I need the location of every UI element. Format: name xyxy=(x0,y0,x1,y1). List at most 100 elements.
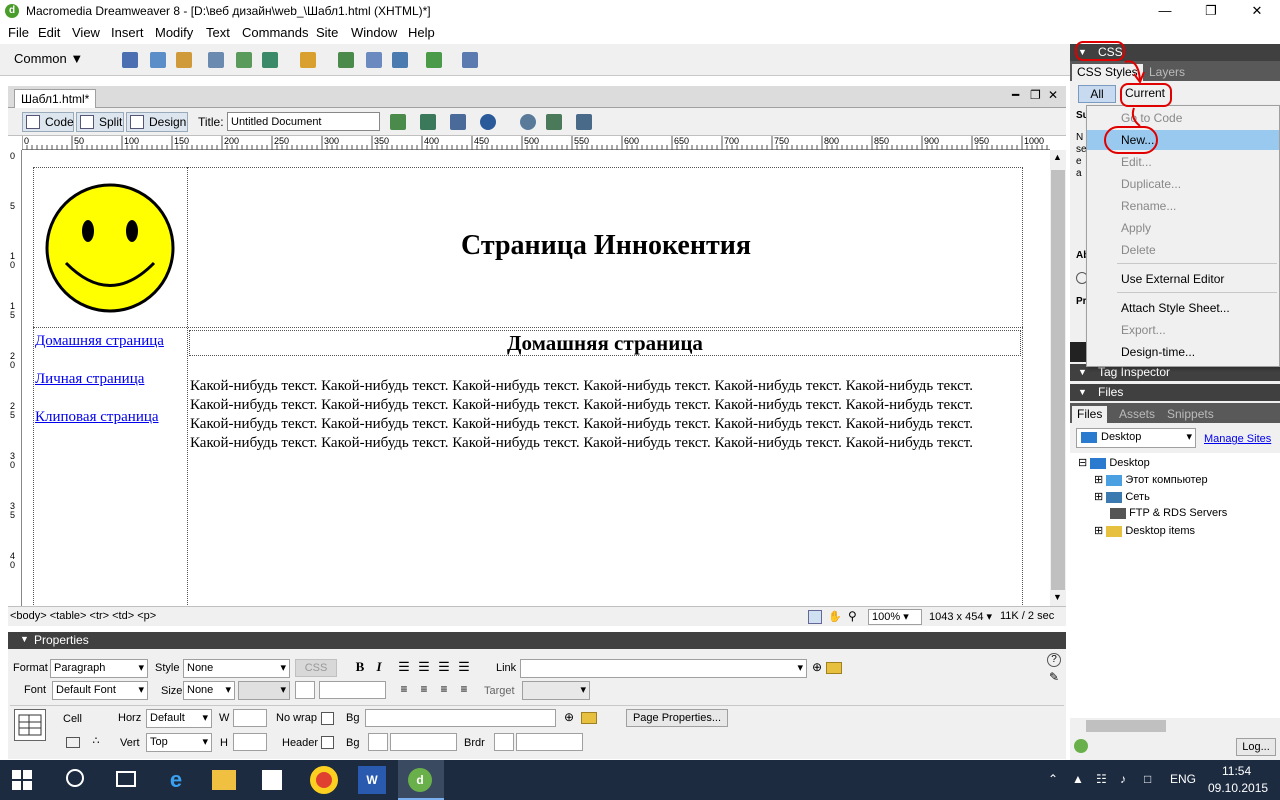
minimize-button[interactable]: — xyxy=(1142,0,1188,22)
hand-tool-icon[interactable]: ✋ xyxy=(828,610,842,623)
align-center-icon[interactable]: ☰ xyxy=(416,659,432,677)
windows-start-icon[interactable] xyxy=(12,770,32,790)
align-left-icon[interactable]: ☰ xyxy=(396,659,412,677)
properties-header[interactable]: ▼ Properties xyxy=(8,632,1066,649)
date-icon[interactable] xyxy=(338,52,354,68)
page-properties-button[interactable]: Page Properties... xyxy=(626,709,728,727)
tag-chooser-icon[interactable] xyxy=(462,52,478,68)
italic-button[interactable]: I xyxy=(372,659,386,677)
scroll-up-icon[interactable]: ▲ xyxy=(1053,152,1062,162)
bg-point-to-file-icon[interactable]: ⊕ xyxy=(562,709,576,727)
design-view[interactable]: Страница Иннокентия Домашняя страница До… xyxy=(22,150,1050,606)
bold-button[interactable]: B xyxy=(353,659,367,677)
tree-item-desktop-items[interactable]: ⊞ Desktop items xyxy=(1094,524,1195,537)
tag-selector[interactable]: <body> <table> <tr> <td> <p> xyxy=(10,610,156,622)
zoom-select[interactable]: 100% ▾ xyxy=(868,609,922,625)
tab-files[interactable]: Files xyxy=(1072,406,1108,423)
design-vertical-scrollbar[interactable]: ▲ ▼ xyxy=(1050,150,1066,606)
menu-item-apply[interactable]: Apply xyxy=(1087,218,1279,238)
design-view-button[interactable]: Design xyxy=(126,112,188,132)
document-title-input[interactable] xyxy=(227,112,380,131)
point-to-file-icon[interactable]: ⊕ xyxy=(810,659,824,677)
bg-color-picker[interactable] xyxy=(368,733,388,751)
layer-icon[interactable] xyxy=(236,52,252,68)
split-cell-icon[interactable]: ∴ xyxy=(88,733,104,751)
menu-view[interactable]: View xyxy=(72,25,100,40)
header-checkbox[interactable] xyxy=(321,736,334,749)
maximize-button[interactable]: ❐ xyxy=(1188,0,1234,22)
tree-item-desktop[interactable]: ⊟ Desktop xyxy=(1078,456,1150,469)
files-panel-header[interactable]: Files xyxy=(1070,384,1280,401)
menu-item-export[interactable]: Export... xyxy=(1087,320,1279,340)
unordered-list-icon[interactable]: ≡ xyxy=(396,681,412,699)
format-select[interactable]: Paragraph xyxy=(50,659,148,678)
email-link-icon[interactable] xyxy=(150,52,166,68)
scroll-thumb[interactable] xyxy=(1051,170,1065,590)
smiley-image[interactable] xyxy=(44,183,176,313)
edge-browser-icon[interactable]: e xyxy=(162,766,190,794)
font-select[interactable]: Default Font xyxy=(52,681,148,700)
quick-tag-editor-icon[interactable]: ✎ xyxy=(1047,669,1061,687)
tab-snippets[interactable]: Snippets xyxy=(1162,406,1219,423)
zoom-tool-icon[interactable]: ⚲ xyxy=(848,609,857,623)
nav-link-clips[interactable]: Клиповая страница xyxy=(35,409,159,426)
nav-link-home[interactable]: Домашняя страница xyxy=(35,333,164,350)
code-view-button[interactable]: Code xyxy=(22,112,74,132)
dreamweaver-taskbar-button[interactable]: d xyxy=(398,760,444,800)
show-hidden-icons[interactable]: ⌃ xyxy=(1048,772,1058,786)
help-icon[interactable]: ? xyxy=(1047,653,1061,667)
menu-commands[interactable]: Commands xyxy=(242,25,308,40)
border-color-input[interactable] xyxy=(516,733,583,751)
tree-item-ftp[interactable]: FTP & RDS Servers xyxy=(1110,507,1227,519)
menu-window[interactable]: Window xyxy=(351,25,397,40)
nav-link-personal[interactable]: Личная страница xyxy=(35,371,144,388)
menu-item-use-external-editor[interactable]: Use External Editor xyxy=(1087,269,1279,289)
menu-item-rename[interactable]: Rename... xyxy=(1087,196,1279,216)
named-anchor-icon[interactable] xyxy=(176,52,192,68)
language-indicator[interactable]: ENG xyxy=(1170,772,1196,786)
size-unit-select[interactable] xyxy=(238,681,290,700)
hyperlink-icon[interactable] xyxy=(122,52,138,68)
bg-color-input[interactable] xyxy=(390,733,457,751)
word-icon[interactable]: W xyxy=(358,766,386,794)
view-options-icon[interactable] xyxy=(546,114,562,130)
templates-icon[interactable] xyxy=(426,52,442,68)
target-select[interactable] xyxy=(522,681,590,700)
validate-icon[interactable] xyxy=(420,114,436,130)
window-size[interactable]: 1043 x 454 ▾ xyxy=(929,610,992,623)
border-color-picker[interactable] xyxy=(494,733,514,751)
align-right-icon[interactable]: ☰ xyxy=(436,659,452,677)
visual-aids-icon[interactable] xyxy=(576,114,592,130)
image-icon[interactable] xyxy=(262,52,278,68)
head-icon[interactable] xyxy=(392,52,408,68)
menu-text[interactable]: Text xyxy=(206,25,230,40)
clock-date[interactable]: 09.10.2015 xyxy=(1208,781,1268,795)
files-hscrollbar[interactable] xyxy=(1070,718,1280,734)
menu-item-delete[interactable]: Delete xyxy=(1087,240,1279,260)
menu-item-attach-style-sheet[interactable]: Attach Style Sheet... xyxy=(1087,298,1279,318)
task-view-icon[interactable] xyxy=(116,771,136,787)
outdent-icon[interactable]: ≡ xyxy=(436,681,452,699)
menu-edit[interactable]: Edit xyxy=(38,25,60,40)
manage-sites-link[interactable]: Manage Sites xyxy=(1204,433,1271,445)
insert-category-select[interactable]: Common ▼ xyxy=(14,51,83,66)
file-management-icon[interactable] xyxy=(450,114,466,130)
split-view-button[interactable]: Split xyxy=(76,112,124,132)
network-tray-icon[interactable]: ☷ xyxy=(1096,772,1107,786)
preview-browser-icon[interactable] xyxy=(480,114,496,130)
table-icon[interactable] xyxy=(208,52,224,68)
bg-browse-folder-icon[interactable] xyxy=(581,712,597,724)
tree-item-network[interactable]: ⊞ Сеть xyxy=(1094,490,1150,503)
refresh-icon[interactable] xyxy=(520,114,536,130)
menu-insert[interactable]: Insert xyxy=(111,25,144,40)
justify-icon[interactable]: ☰ xyxy=(456,659,472,677)
chrome-icon[interactable] xyxy=(310,766,338,794)
text-color-picker[interactable] xyxy=(295,681,315,699)
comment-icon[interactable] xyxy=(366,52,382,68)
notifications-icon[interactable]: □ xyxy=(1144,772,1151,786)
css-button[interactable]: CSS xyxy=(295,659,337,677)
doc-close-icon[interactable]: ✕ xyxy=(1048,88,1058,102)
menu-item-design-time[interactable]: Design-time... xyxy=(1087,342,1279,362)
height-input[interactable] xyxy=(233,733,267,751)
nowrap-checkbox[interactable] xyxy=(321,712,334,725)
